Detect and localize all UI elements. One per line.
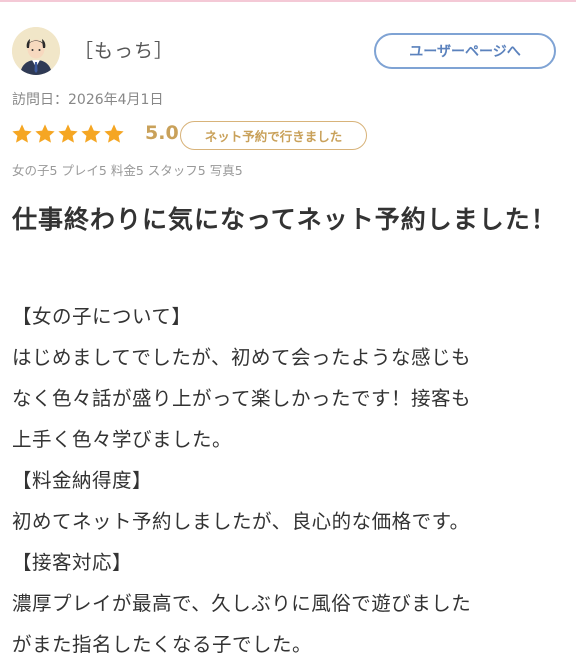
review-line: 【接客対応】 bbox=[12, 551, 133, 574]
review-line: 濃厚プレイが最高で、久しぶりに風俗で遊びました bbox=[12, 592, 472, 615]
visit-date: 訪問日：2026年4月1日 bbox=[12, 92, 164, 108]
review-line: 上手く色々学びました。 bbox=[12, 428, 233, 451]
review-line: はじめましてでしたが、初めて会ったような感じも bbox=[12, 346, 472, 369]
star-icon bbox=[57, 123, 79, 145]
review-body: 【女の子について】 はじめましてでしたが、初めて会ったような感じも なく色々話が… bbox=[12, 296, 568, 663]
user-name: ［もっち］ bbox=[74, 40, 175, 62]
review-title: 仕事終わりに気になってネット予約しました！ bbox=[12, 205, 557, 234]
review-line: 初めてネット予約しましたが、良心的な価格です。 bbox=[12, 510, 470, 533]
star-rating bbox=[11, 120, 126, 148]
review-line: なく色々話が盛り上がって楽しかったです！接客も bbox=[12, 387, 472, 410]
category-scores: 女の子5 プレイ5 料金5 スタッフ5 写真5 bbox=[12, 163, 243, 178]
rating-score: 5.0 bbox=[145, 122, 179, 144]
net-reservation-badge: ネット予約で行きました bbox=[180, 121, 367, 150]
star-icon bbox=[11, 123, 33, 145]
avatar[interactable] bbox=[12, 27, 60, 75]
top-divider bbox=[0, 0, 576, 2]
user-page-button[interactable]: ユーザーページへ bbox=[374, 33, 556, 69]
review-line: がまた指名したくなる子でした。 bbox=[12, 633, 313, 656]
review-line: 【女の子について】 bbox=[12, 305, 192, 328]
star-icon bbox=[80, 123, 102, 145]
review-line: 【料金納得度】 bbox=[12, 469, 153, 492]
user-avatar-icon bbox=[12, 27, 60, 75]
star-icon bbox=[103, 123, 125, 145]
star-icon bbox=[34, 123, 56, 145]
